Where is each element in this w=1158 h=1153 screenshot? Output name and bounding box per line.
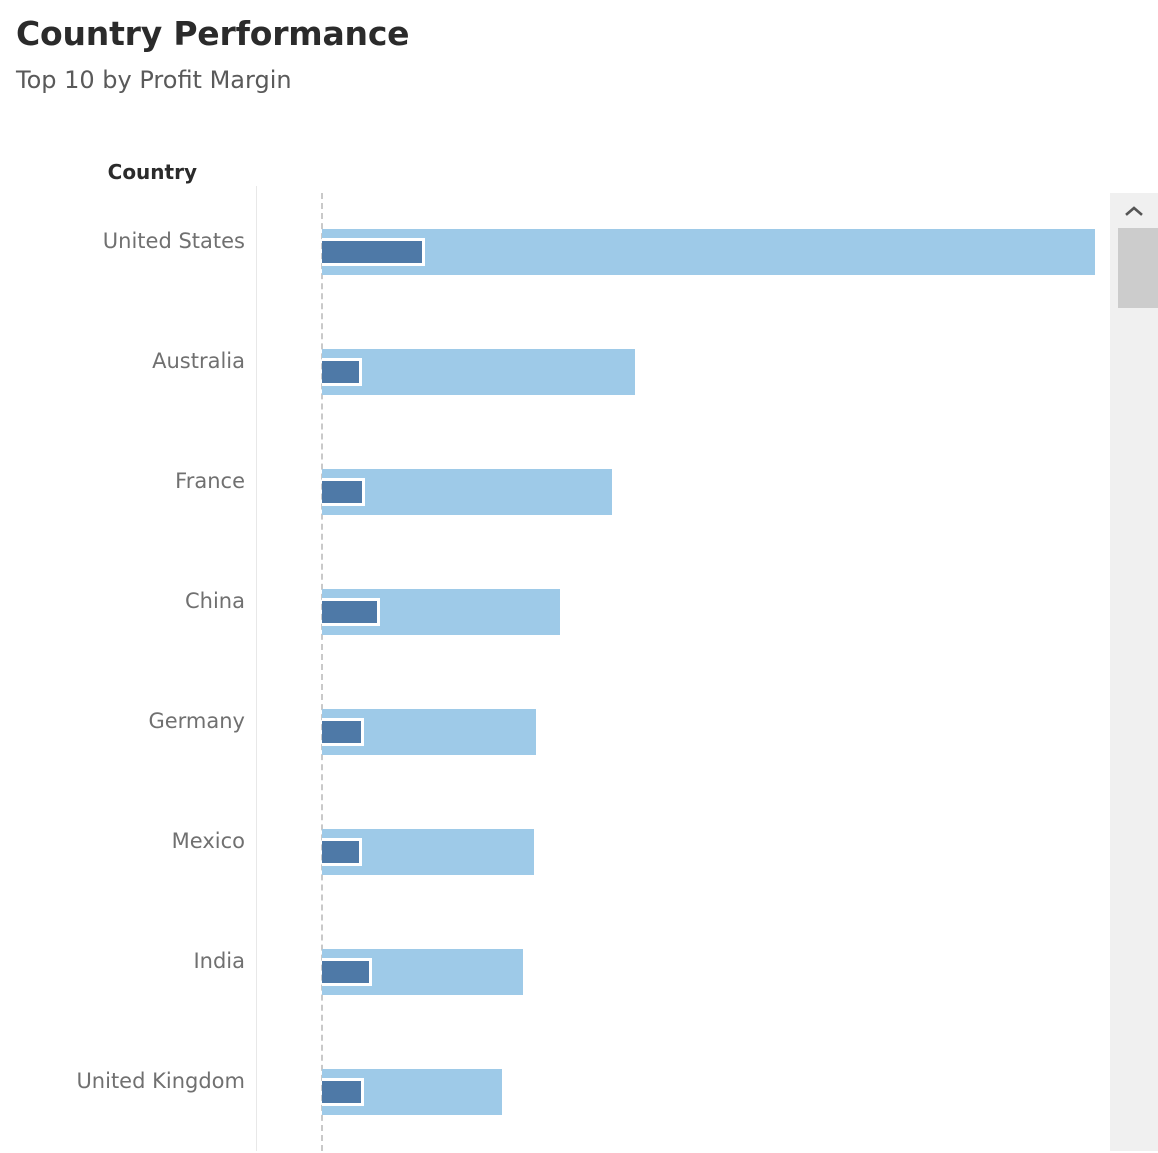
bar-inner-measure[interactable] — [322, 1081, 361, 1103]
chart-row[interactable]: France — [0, 433, 1110, 553]
chart-row[interactable]: Mexico — [0, 793, 1110, 913]
bar-inner-frame — [322, 358, 362, 386]
chart-row[interactable]: Australia — [0, 313, 1110, 433]
chart-row[interactable]: United Kingdom — [0, 1033, 1110, 1153]
chart-row[interactable]: Germany — [0, 673, 1110, 793]
chart-header: Country Performance Top 10 by Profit Mar… — [0, 0, 1158, 135]
bar-outer-measure[interactable] — [322, 349, 635, 395]
row-label-germany: Germany — [148, 709, 245, 733]
bar-inner-frame — [322, 478, 365, 506]
chart-container: Country United States Australia France Chin… — [0, 135, 1158, 1151]
bar-inner-frame — [322, 838, 362, 866]
chart-rows: United States Australia France China Germany… — [0, 193, 1110, 1151]
row-label-united-kingdom: United Kingdom — [76, 1069, 245, 1093]
row-label-united-states: United States — [103, 229, 245, 253]
chart-row[interactable]: United States — [0, 193, 1110, 313]
page-title: Country Performance — [16, 14, 409, 53]
bar-inner-frame — [322, 238, 425, 266]
bar-inner-frame — [322, 718, 364, 746]
bar-inner-measure[interactable] — [322, 721, 361, 743]
row-label-france: France — [175, 469, 245, 493]
bar-inner-frame — [322, 1078, 364, 1106]
bar-inner-measure[interactable] — [322, 481, 362, 503]
scroll-up-button[interactable] — [1110, 193, 1158, 228]
bar-outer-measure[interactable] — [322, 469, 612, 515]
bar-inner-frame — [322, 958, 372, 986]
column-header-country: Country — [108, 160, 197, 184]
chart-row[interactable]: India — [0, 913, 1110, 1033]
row-label-china: China — [185, 589, 245, 613]
bar-inner-frame — [322, 598, 380, 626]
bar-inner-measure[interactable] — [322, 841, 359, 863]
bar-inner-measure[interactable] — [322, 361, 359, 383]
chart-row[interactable]: China — [0, 553, 1110, 673]
row-label-mexico: Mexico — [172, 829, 245, 853]
axis-header: Country — [0, 135, 1110, 193]
vertical-scrollbar[interactable] — [1110, 193, 1158, 1151]
bar-inner-measure[interactable] — [322, 601, 377, 623]
scrollbar-track[interactable] — [1118, 308, 1158, 1151]
row-label-australia: Australia — [152, 349, 245, 373]
row-label-india: India — [193, 949, 245, 973]
chevron-up-icon — [1124, 205, 1144, 217]
bar-inner-measure[interactable] — [322, 241, 422, 263]
bar-inner-measure[interactable] — [322, 961, 369, 983]
bar-outer-measure[interactable] — [322, 229, 1095, 275]
page-subtitle: Top 10 by Profit Margin — [16, 66, 292, 94]
scrollbar-thumb[interactable] — [1118, 228, 1158, 308]
